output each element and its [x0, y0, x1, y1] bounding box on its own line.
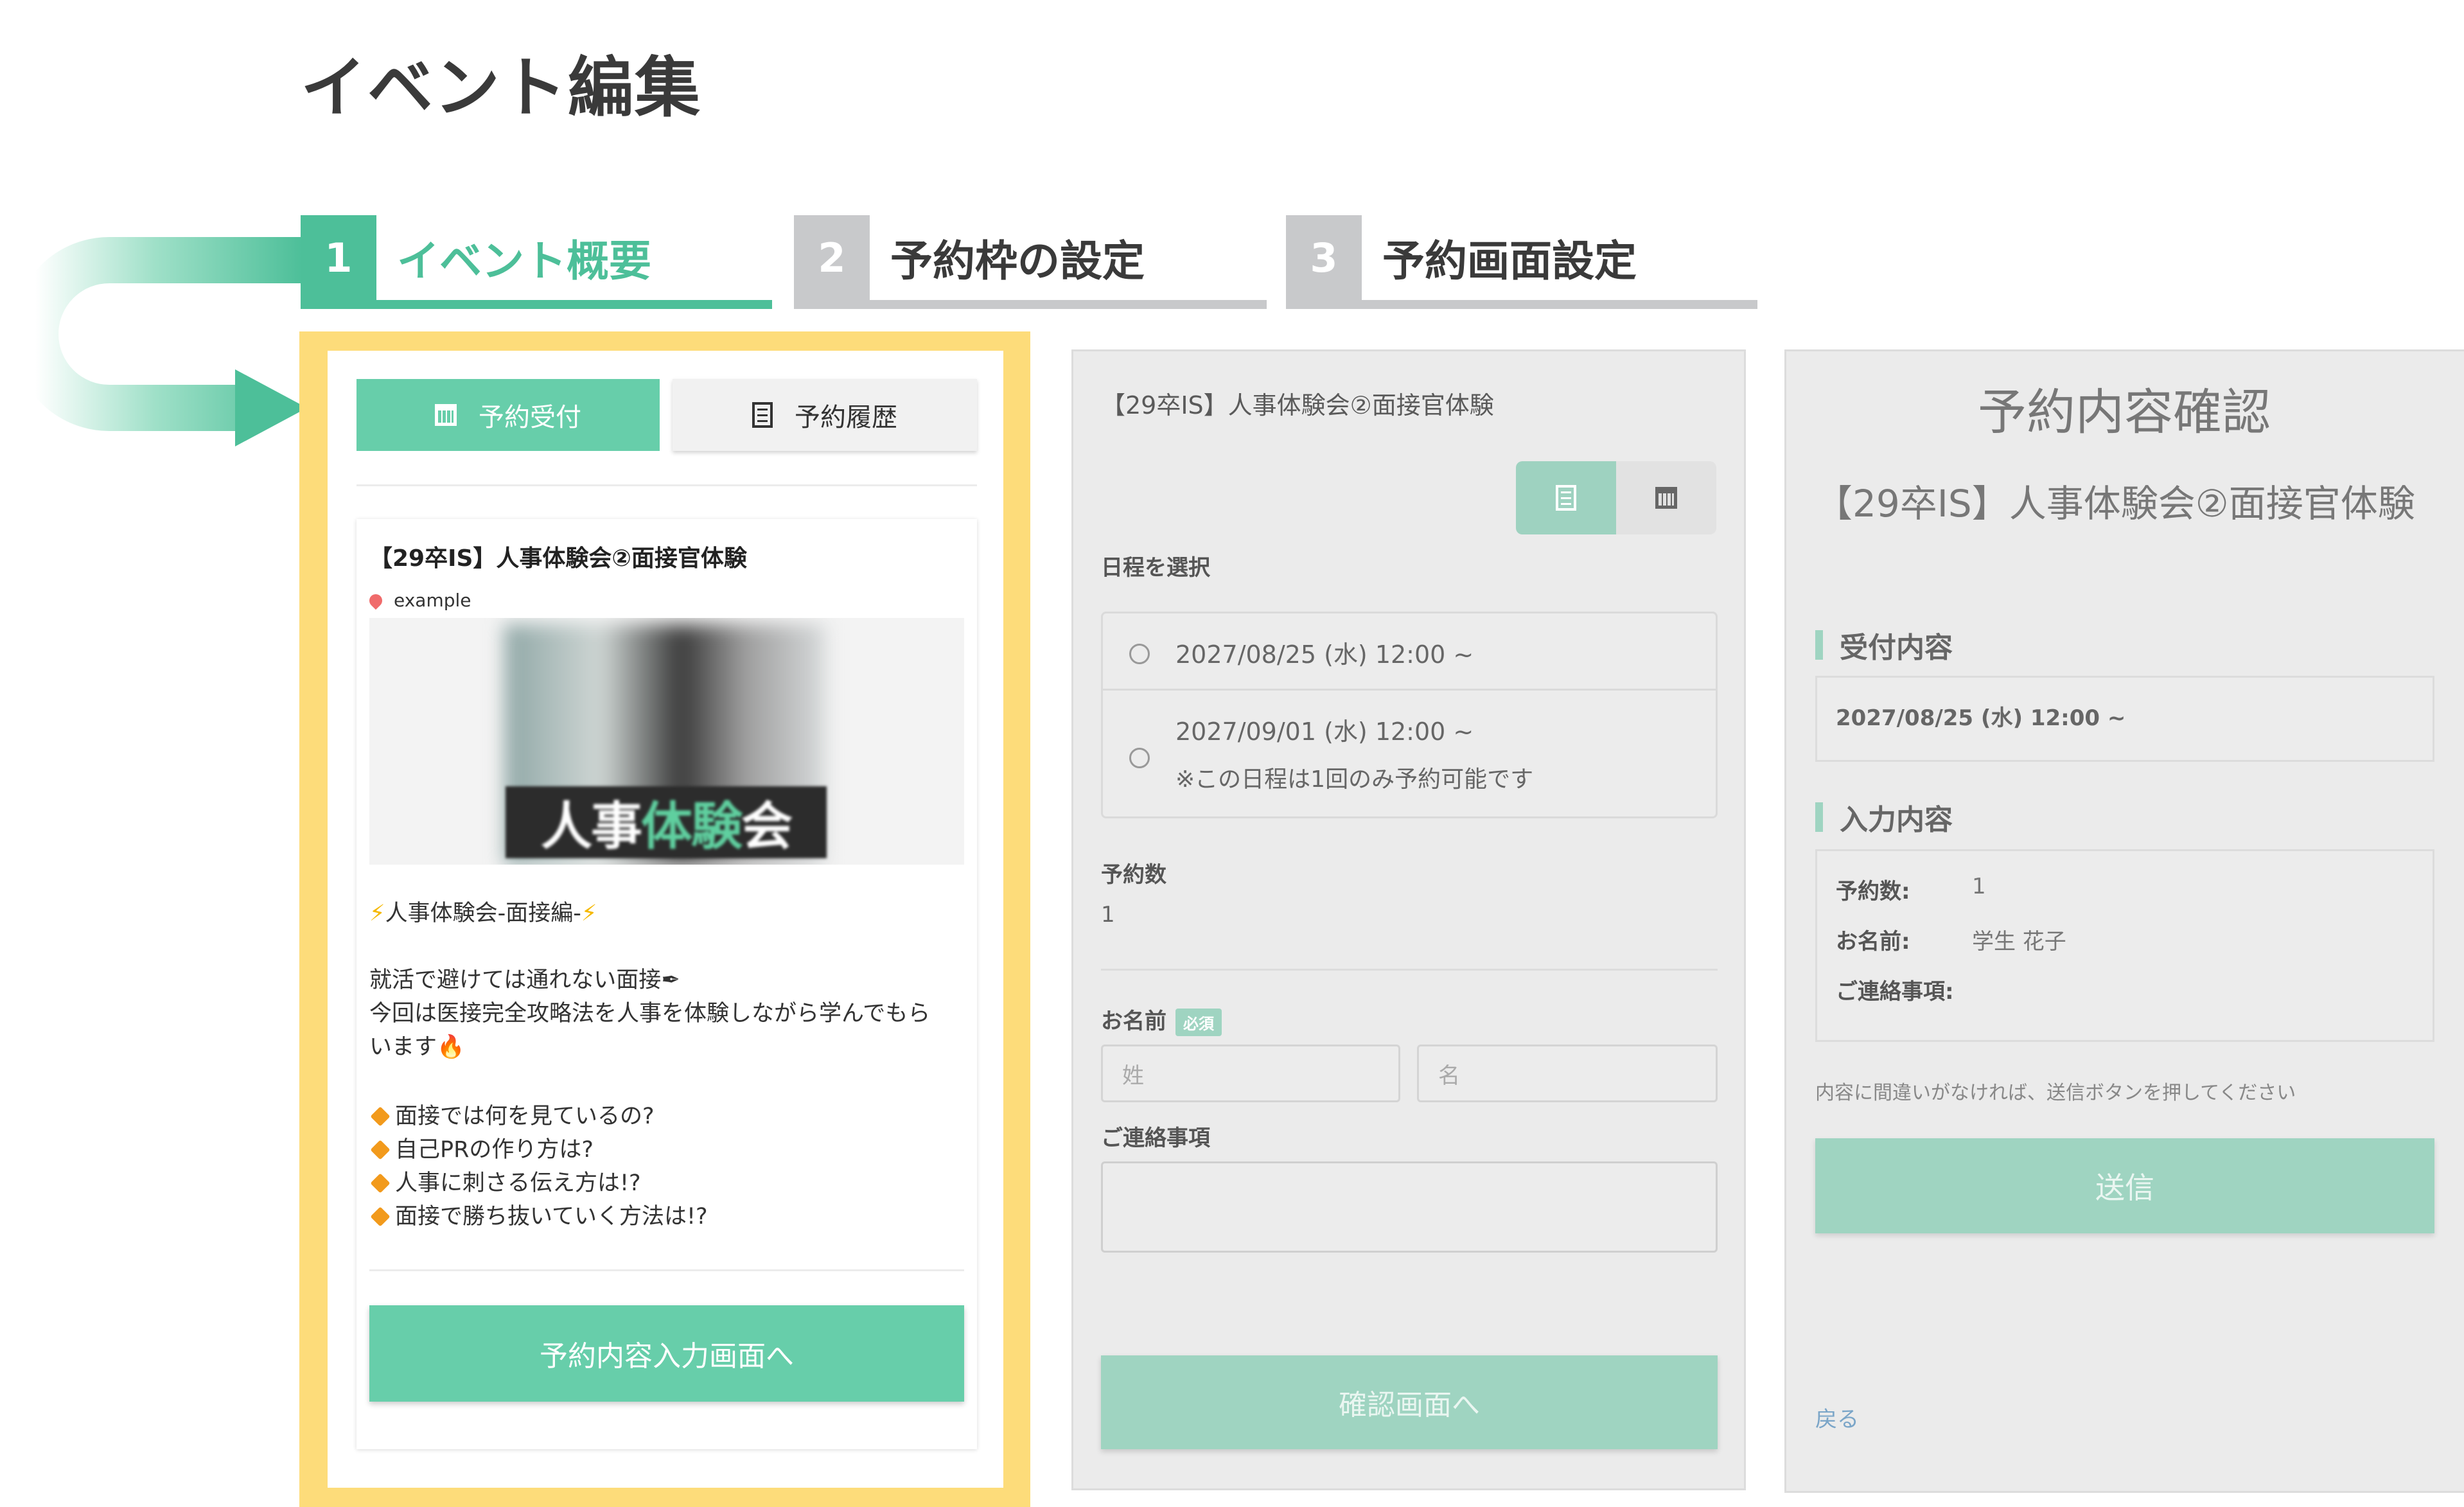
- step-label: 予約枠の設定: [890, 236, 1145, 286]
- schedule-radio-2[interactable]: [1129, 748, 1150, 768]
- curved-arrow-icon: [12, 237, 307, 446]
- tab-history-label: 予約履歴: [795, 403, 897, 432]
- event-location: example: [366, 590, 471, 611]
- reception-value: 2027/08/25 (水) 12:00 ~: [1836, 705, 2126, 731]
- last-name-input[interactable]: 姓: [1101, 1044, 1400, 1102]
- step-label: 予約画面設定: [1382, 236, 1637, 286]
- divider: [1103, 689, 1716, 691]
- diamond-icon: [370, 1106, 391, 1127]
- schedule-radio-1[interactable]: [1129, 644, 1150, 664]
- step-3-tab[interactable]: 3 予約画面設定: [1286, 215, 1757, 309]
- first-name-input[interactable]: 名: [1417, 1044, 1718, 1102]
- step-number: 2: [794, 215, 870, 300]
- step-2-tab[interactable]: 2 予約枠の設定: [794, 215, 1267, 309]
- send-button[interactable]: 送信: [1815, 1138, 2434, 1233]
- count-row: 予約数: 1: [1836, 874, 1986, 904]
- back-link[interactable]: 戻る: [1815, 1402, 1859, 1433]
- contact-row: ご連絡事項:: [1836, 979, 1954, 1005]
- step-underline: [794, 300, 1267, 309]
- schedule-option-1[interactable]: 2027/08/25 (水) 12:00 ~: [1175, 635, 1474, 670]
- confirm-button[interactable]: 確認画面へ: [1101, 1355, 1718, 1449]
- step-number: 3: [1286, 215, 1362, 300]
- schedule-option-2[interactable]: 2027/09/01 (水) 12:00 ~: [1175, 712, 1474, 747]
- divider: [369, 1269, 964, 1271]
- location-pin-icon: [366, 591, 385, 610]
- count-value: 1: [1101, 902, 1115, 928]
- reception-section-title: 受付内容: [1815, 624, 1953, 665]
- diamond-icon: [370, 1206, 391, 1227]
- list-icon: [752, 402, 773, 428]
- list-icon: [1556, 485, 1576, 511]
- calendar-view-toggle[interactable]: [1616, 461, 1716, 534]
- pen-icon: ✒: [661, 967, 680, 993]
- input-section-title: 入力内容: [1815, 797, 1953, 838]
- step-1-tab[interactable]: 1 イベント概要: [301, 215, 772, 309]
- tab-history-button[interactable]: 予約履歴: [673, 379, 977, 451]
- location-text: example: [394, 590, 471, 611]
- desc-line: 就活で避けては通れない面接✒: [369, 967, 680, 993]
- list-item: 自己PRの作り方は?: [369, 1133, 973, 1167]
- section-bar: [1815, 802, 1823, 832]
- confirmation-heading: 予約内容確認: [1978, 383, 2271, 441]
- list-item: 人事に刺さる伝え方は!?: [369, 1167, 973, 1200]
- event-title: 【29卒IS】人事体験会②面接官体験: [369, 545, 747, 572]
- name-row: お名前: 学生 花子: [1836, 929, 2066, 955]
- count-label: 予約数: [1101, 862, 1166, 888]
- calendar-icon: [435, 404, 457, 426]
- divider: [356, 484, 977, 486]
- list-item: 面接で勝ち抜いていく方法は!?: [369, 1200, 973, 1233]
- fire-icon: 🔥: [437, 1034, 465, 1060]
- diamond-icon: [370, 1140, 391, 1160]
- reserve-input-button[interactable]: 予約内容入力画面へ: [369, 1305, 964, 1402]
- step-underline: [1286, 300, 1757, 309]
- schedule-option-note: ※この日程は1回のみ予約可能です: [1175, 766, 1534, 793]
- contact-textarea[interactable]: [1101, 1161, 1718, 1253]
- desc-line: います🔥: [369, 1034, 465, 1060]
- desc-heading: ⚡人事体験会-面接編-⚡: [369, 901, 597, 926]
- tab-reserve-button[interactable]: 予約受付: [356, 379, 660, 451]
- lightning-icon: ⚡: [369, 901, 385, 926]
- image-banner-text: 人事 体験会: [506, 786, 827, 858]
- desc-line: 今回は医接完全攻略法を人事を体験しながら学んでもら: [369, 1001, 931, 1027]
- confirmation-note: 内容に間違いがなければ、送信ボタンを押してください: [1815, 1082, 2296, 1104]
- list-view-toggle[interactable]: [1516, 461, 1616, 534]
- event-title: 【29卒IS】人事体験会②面接官体験: [1815, 482, 2415, 525]
- contact-label: ご連絡事項: [1101, 1125, 1210, 1151]
- required-badge: 必須: [1175, 1009, 1222, 1036]
- calendar-icon: [1655, 487, 1677, 509]
- diamond-icon: [370, 1173, 391, 1194]
- list-item: 面接では何を見ているの?: [369, 1100, 973, 1133]
- event-image: 人事 体験会: [369, 618, 964, 865]
- schedule-label: 日程を選択: [1101, 555, 1210, 581]
- page-title: イベント編集: [301, 50, 701, 127]
- name-label: お名前 必須: [1101, 1003, 1222, 1036]
- event-title: 【29卒IS】人事体験会②面接官体験: [1101, 391, 1494, 419]
- section-bar: [1815, 630, 1823, 660]
- step-underline: [301, 300, 772, 309]
- lightning-icon: ⚡: [581, 901, 597, 926]
- step-label: イベント概要: [397, 236, 651, 286]
- tab-reserve-label: 予約受付: [479, 403, 581, 432]
- divider: [1101, 969, 1718, 971]
